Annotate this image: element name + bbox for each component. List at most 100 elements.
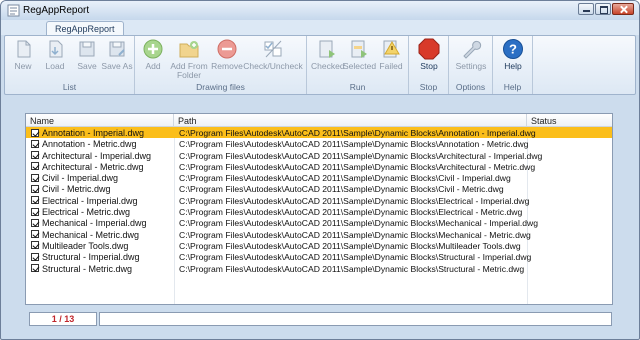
cell-path: C:\Program Files\Autodesk\AutoCAD 2011\S… bbox=[179, 195, 530, 206]
save-icon bbox=[79, 41, 95, 57]
table-row[interactable]: Civil - Imperial.dwg C:\Program Files\Aut… bbox=[26, 172, 612, 183]
row-checkbox[interactable] bbox=[31, 162, 39, 171]
cell-path: C:\Program Files\Autodesk\AutoCAD 2011\S… bbox=[179, 139, 529, 150]
wrench-icon bbox=[463, 40, 482, 59]
group-label-options: Options bbox=[455, 82, 486, 92]
cell-name: Multileader Tools.dwg bbox=[42, 240, 129, 251]
status-bar: 1 / 13 bbox=[4, 312, 636, 336]
save-as-button[interactable]: Save As bbox=[101, 38, 133, 71]
table-row[interactable]: Mechanical - Imperial.dwg C:\Program File… bbox=[26, 217, 612, 228]
cell-name: Electrical - Imperial.dwg bbox=[42, 195, 138, 206]
row-checkbox[interactable] bbox=[31, 128, 39, 137]
cell-path: C:\Program Files\Autodesk\AutoCAD 2011\S… bbox=[179, 161, 536, 172]
table-row[interactable]: Architectural - Imperial.dwg C:\Program F… bbox=[26, 150, 612, 161]
load-button[interactable]: Load bbox=[39, 38, 71, 71]
group-label-help: Help bbox=[503, 82, 522, 92]
cell-path: C:\Program Files\Autodesk\AutoCAD 2011\S… bbox=[179, 184, 504, 195]
cell-path: C:\Program Files\Autodesk\AutoCAD 2011\S… bbox=[179, 207, 523, 218]
app-window: RegAppReport RegAppReport New Load Save bbox=[0, 0, 640, 340]
row-checkbox[interactable] bbox=[31, 230, 39, 239]
group-label-drawing-files: Drawing files bbox=[196, 82, 245, 92]
row-checkbox[interactable] bbox=[31, 173, 39, 182]
column-header-name[interactable]: Name bbox=[26, 114, 174, 127]
ribbon-group-drawing-files: Add Add From Folder Remove Check/Uncheck… bbox=[135, 36, 307, 94]
table-row[interactable]: Mechanical - Metric.dwg C:\Program Files\… bbox=[26, 229, 612, 240]
close-button[interactable] bbox=[612, 3, 634, 15]
ribbon-group-stop: Stop Stop bbox=[409, 36, 449, 94]
status-message-field bbox=[99, 312, 612, 326]
window-controls bbox=[578, 3, 634, 15]
cell-path: C:\Program Files\Autodesk\AutoCAD 2011\S… bbox=[179, 128, 536, 138]
table-row[interactable]: Architectural - Metric.dwg C:\Program Fil… bbox=[26, 161, 612, 172]
cell-name: Mechanical - Metric.dwg bbox=[42, 229, 140, 240]
table-row[interactable]: Annotation - Imperial.dwg C:\Program File… bbox=[26, 127, 612, 139]
group-label-list: List bbox=[62, 82, 77, 92]
run-checked-button[interactable]: Checked bbox=[311, 38, 345, 71]
drawing-files-grid[interactable]: Name Path Status Annotation - Imperial.d… bbox=[25, 113, 613, 305]
save-button[interactable]: Save bbox=[71, 38, 103, 71]
table-row[interactable]: Annotation - Metric.dwg C:\Program Files\… bbox=[26, 138, 612, 149]
cell-path: C:\Program Files\Autodesk\AutoCAD 2011\S… bbox=[179, 263, 525, 274]
row-checkbox[interactable] bbox=[31, 151, 39, 160]
stop-button[interactable]: Stop bbox=[413, 38, 445, 71]
run-selected-button[interactable]: Selected bbox=[343, 38, 376, 71]
run-checked-icon bbox=[319, 40, 335, 58]
table-row[interactable]: Civil - Metric.dwg C:\Program Files\Autod… bbox=[26, 183, 612, 194]
settings-button[interactable]: Settings bbox=[453, 38, 489, 71]
ribbon: New Load Save Save As List Add Add From … bbox=[4, 35, 636, 95]
row-checkbox[interactable] bbox=[31, 218, 39, 227]
cell-path: C:\Program Files\Autodesk\AutoCAD 2011\S… bbox=[179, 218, 539, 229]
cell-name: Mechanical - Imperial.dwg bbox=[42, 218, 147, 229]
maximize-button[interactable] bbox=[595, 3, 611, 15]
run-selected-icon bbox=[351, 40, 367, 58]
title-bar[interactable]: RegAppReport bbox=[1, 1, 639, 20]
cell-name: Architectural - Imperial.dwg bbox=[42, 150, 152, 161]
cell-name: Architectural - Metric.dwg bbox=[42, 161, 144, 172]
row-checkbox[interactable] bbox=[31, 241, 39, 250]
minimize-button[interactable] bbox=[578, 3, 594, 15]
ribbon-group-list: New Load Save Save As List bbox=[5, 36, 135, 94]
grid-header: Name Path Status bbox=[26, 114, 612, 127]
table-row[interactable]: Electrical - Metric.dwg C:\Program Files\… bbox=[26, 206, 612, 217]
cell-path: C:\Program Files\Autodesk\AutoCAD 2011\S… bbox=[179, 173, 511, 184]
cell-path: C:\Program Files\Autodesk\AutoCAD 2011\S… bbox=[179, 252, 532, 263]
cell-name: Civil - Imperial.dwg bbox=[42, 173, 119, 184]
remove-icon bbox=[217, 39, 237, 59]
cell-name: Civil - Metric.dwg bbox=[42, 184, 111, 195]
row-checkbox[interactable] bbox=[31, 207, 39, 216]
help-button[interactable]: ? Help bbox=[497, 38, 529, 71]
table-row[interactable]: Structural - Imperial.dwg C:\Program File… bbox=[26, 251, 612, 262]
add-from-folder-button[interactable]: Add From Folder bbox=[169, 38, 209, 80]
add-icon bbox=[143, 39, 163, 59]
new-button[interactable]: New bbox=[7, 38, 39, 71]
cell-name: Structural - Imperial.dwg bbox=[42, 252, 140, 263]
check-uncheck-button[interactable]: Check/Uncheck bbox=[243, 38, 303, 71]
row-checkbox[interactable] bbox=[31, 252, 39, 261]
remove-button[interactable]: Remove bbox=[211, 38, 243, 71]
folder-add-icon bbox=[179, 41, 199, 58]
row-checkbox[interactable] bbox=[31, 264, 39, 273]
table-row[interactable]: Multileader Tools.dwg C:\Program Files\Au… bbox=[26, 240, 612, 251]
tab-regappreport[interactable]: RegAppReport bbox=[46, 21, 124, 36]
column-header-status[interactable]: Status bbox=[527, 114, 612, 127]
ribbon-group-run: Checked Selected Failed Run bbox=[307, 36, 409, 94]
group-label-run: Run bbox=[349, 82, 366, 92]
table-row[interactable]: Electrical - Imperial.dwg C:\Program File… bbox=[26, 195, 612, 206]
row-checkbox[interactable] bbox=[31, 196, 39, 205]
row-checkbox[interactable] bbox=[31, 184, 39, 193]
ribbon-group-options: Settings Options bbox=[449, 36, 493, 94]
table-row[interactable]: Structural - Metric.dwg C:\Program Files\… bbox=[26, 263, 612, 274]
row-checkbox[interactable] bbox=[31, 139, 39, 148]
help-icon: ? bbox=[503, 39, 523, 59]
new-file-icon bbox=[17, 40, 31, 58]
add-button[interactable]: Add bbox=[137, 38, 169, 71]
ribbon-group-help: ? Help Help bbox=[493, 36, 533, 94]
cell-name: Annotation - Imperial.dwg bbox=[42, 128, 145, 138]
group-label-stop: Stop bbox=[419, 82, 438, 92]
grid-rows: Annotation - Imperial.dwg C:\Program File… bbox=[26, 127, 612, 274]
column-header-path[interactable]: Path bbox=[174, 114, 527, 127]
cell-path: C:\Program Files\Autodesk\AutoCAD 2011\S… bbox=[179, 240, 521, 251]
run-failed-icon bbox=[383, 40, 400, 58]
run-failed-button[interactable]: Failed bbox=[375, 38, 407, 71]
svg-text:?: ? bbox=[509, 42, 517, 57]
